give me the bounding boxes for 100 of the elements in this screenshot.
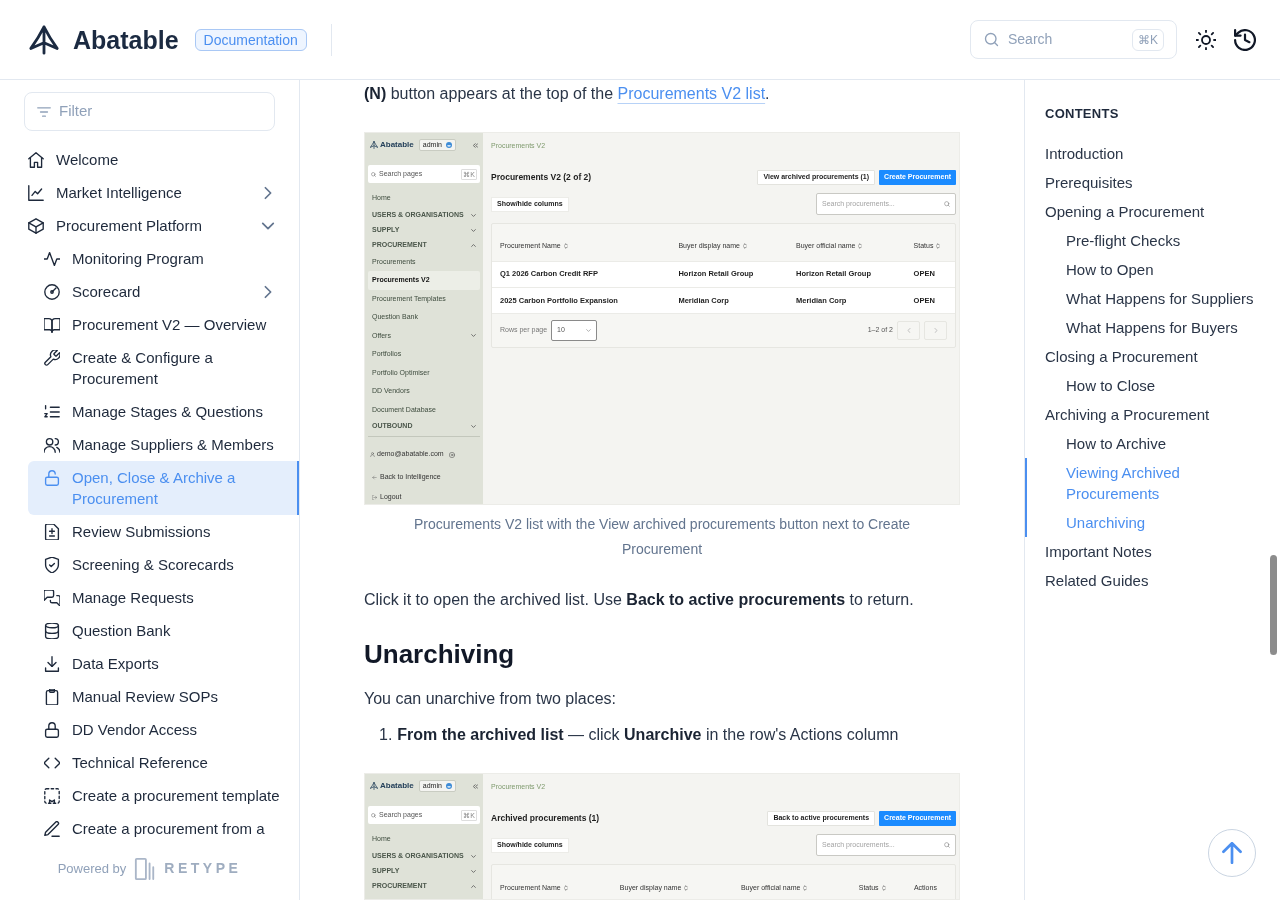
home-icon: [28, 151, 44, 168]
nav-link[interactable]: Manage Stages & Questions: [28, 395, 299, 428]
scrollbar-thumb[interactable]: [1270, 555, 1277, 655]
shortcut-key: ⌘K: [1132, 28, 1164, 51]
sort-icon[interactable]: [563, 243, 568, 250]
toc-link[interactable]: Related Guides: [1045, 570, 1149, 591]
sort-icon[interactable]: [858, 243, 863, 250]
search-icon: [984, 32, 999, 47]
contents-heading: CONTENTS: [1045, 105, 1120, 123]
download-icon: [44, 655, 60, 672]
nav-link[interactable]: Technical Reference: [28, 746, 299, 779]
users-icon: [44, 436, 60, 453]
sort-icon[interactable]: [936, 243, 941, 250]
app-logo-text: Abatable: [380, 139, 414, 151]
chat-bubbles-icon: [44, 589, 60, 606]
nav-link[interactable]: Manage Suppliers & Members: [28, 428, 299, 461]
search-icon: [944, 842, 950, 848]
nav-link[interactable]: Manage Requests: [28, 581, 299, 614]
sort-icon[interactable]: [803, 884, 808, 891]
sort-icon[interactable]: [563, 884, 568, 891]
search-icon: [371, 812, 376, 818]
chevron-left-icon: [906, 328, 911, 333]
toc-link[interactable]: Introduction: [1045, 143, 1124, 164]
shield-check-icon: [44, 556, 60, 573]
nav-link[interactable]: Procurement Platform: [20, 209, 299, 242]
sort-icon[interactable]: [742, 243, 747, 250]
toc-link[interactable]: What Happens for Buyers: [1066, 317, 1238, 338]
dashed-square-icon: [44, 787, 60, 804]
history-icon[interactable]: [1234, 28, 1256, 51]
pulse-icon: [44, 250, 60, 267]
documentation-badge: Documentation: [194, 28, 307, 51]
section-heading: Unarchiving: [364, 638, 516, 671]
nav-link[interactable]: Create a procurement template: [28, 779, 299, 812]
wrench-icon: [44, 349, 60, 366]
page-title: Archived procurements (1): [491, 812, 600, 825]
nav-link[interactable]: Market Intelligence: [20, 176, 299, 209]
sort-icon[interactable]: [684, 884, 689, 891]
app-logo-text: Abatable: [380, 780, 414, 792]
logo-icon: [370, 782, 378, 790]
list-number: 1.: [379, 725, 393, 745]
nav-link[interactable]: Monitoring Program: [28, 242, 299, 275]
double-chevron-left-icon[interactable]: [473, 783, 478, 789]
back-to-top-button[interactable]: [1208, 829, 1256, 877]
chevron-down-icon: [586, 328, 592, 333]
toc-link[interactable]: What Happens for Suppliers: [1066, 288, 1254, 309]
paragraph: Click it to open the archived list. Use Back to active procurements to return.: [364, 590, 915, 610]
toc-link[interactable]: Closing a Procurement: [1045, 346, 1198, 367]
toc-link[interactable]: Prerequisites: [1045, 172, 1133, 193]
nav-link[interactable]: Procurement V2 — Overview: [28, 308, 299, 341]
gauge-icon: [44, 283, 60, 300]
previous-page-button[interactable]: [897, 321, 920, 340]
nav-link[interactable]: Welcome: [20, 143, 299, 176]
paragraph: (N) button appears at the top of the Procurements V2 list.: [364, 84, 771, 104]
nav-link[interactable]: Manual Review SOPs: [28, 680, 299, 713]
clipboard-icon: [44, 688, 60, 705]
bars-logo-icon[interactable]: [134, 857, 157, 880]
toc-link[interactable]: Pre-flight Checks: [1066, 230, 1181, 251]
logo-icon[interactable]: [28, 24, 60, 55]
figure-caption: Procurements V2 list with the View archived procurements button next to Create Procurement: [412, 515, 912, 559]
toc-link[interactable]: Opening a Procurement: [1045, 201, 1205, 222]
open-book-icon: [44, 316, 60, 333]
next-page-button[interactable]: [924, 321, 947, 340]
arrow-up-icon: [1221, 842, 1243, 864]
circle-dot-icon[interactable]: [448, 451, 455, 458]
toc-link[interactable]: How to Archive: [1066, 433, 1167, 454]
logout-icon: [372, 494, 377, 500]
cube-icon: [28, 217, 44, 234]
user-icon: [370, 452, 375, 457]
avatar-icon: [445, 142, 452, 148]
plus-minus-document-icon: [44, 523, 60, 540]
unlocked-padlock-icon: [44, 469, 60, 486]
nav-link[interactable]: Screening & Scorecards: [28, 548, 299, 581]
nav-link[interactable]: DD Vendor Access: [28, 713, 299, 746]
toc-link[interactable]: How to Open: [1066, 259, 1154, 280]
nav-link[interactable]: Create a procurement from a: [28, 812, 299, 845]
double-chevron-left-icon[interactable]: [473, 142, 478, 148]
list-item-text: From the archived list — click Unarchive in the row's Actions column: [397, 725, 899, 745]
nav-link[interactable]: Review Submissions: [28, 515, 299, 548]
site-title[interactable]: Abatable: [73, 23, 179, 56]
nav-link[interactable]: Question Bank: [28, 614, 299, 647]
paragraph: You can unarchive from two places:: [364, 689, 617, 709]
line-chart-icon: [28, 184, 44, 201]
search-icon: [944, 201, 950, 207]
nav-link[interactable]: Scorecard: [28, 275, 299, 308]
search-icon: [371, 171, 376, 177]
toc-link[interactable]: How to Close: [1066, 375, 1156, 396]
page-title: Procurements V2 (2 of 2): [491, 171, 592, 184]
sort-icon[interactable]: [881, 884, 886, 891]
toc-link[interactable]: Important Notes: [1045, 541, 1152, 562]
nav-link[interactable]: Create & Configure a Procurement: [28, 341, 299, 395]
logo-icon: [370, 141, 378, 149]
arrow-left-icon: [372, 474, 377, 480]
nav-link[interactable]: Data Exports: [28, 647, 299, 680]
database-icon: [44, 622, 60, 639]
padlock-icon: [44, 721, 60, 738]
numbered-list-icon: [44, 403, 60, 420]
sun-icon[interactable]: [1196, 29, 1216, 50]
toc-link[interactable]: Archiving a Procurement: [1045, 404, 1210, 425]
avatar-icon: [445, 783, 452, 789]
filter-icon: [37, 105, 51, 118]
